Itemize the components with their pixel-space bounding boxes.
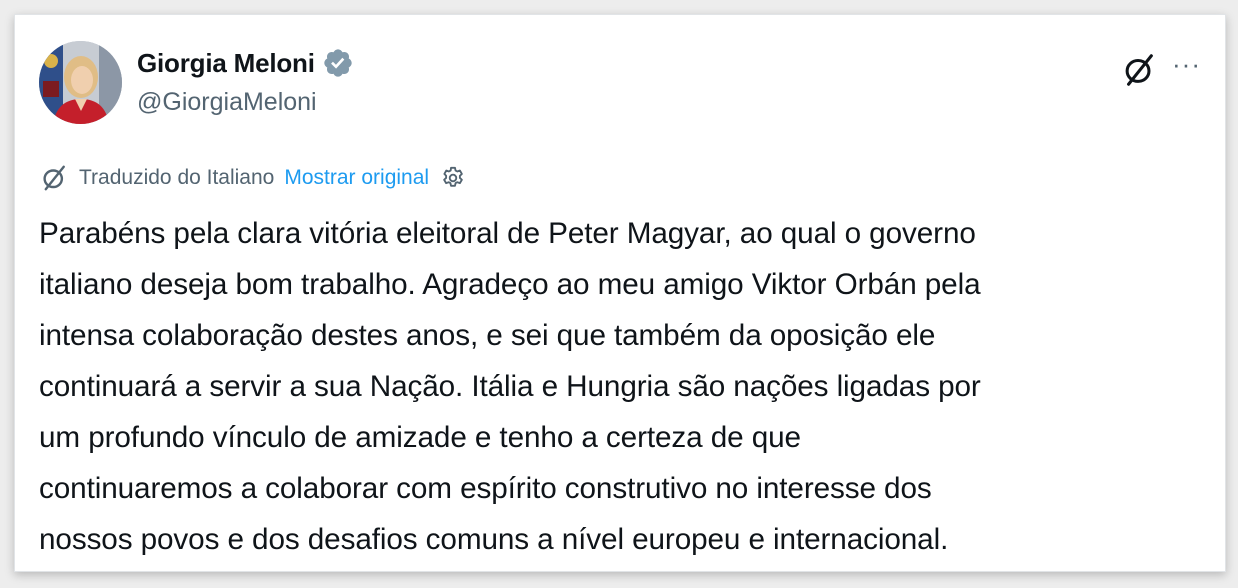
show-original-link[interactable]: Mostrar original <box>284 166 429 190</box>
more-icon[interactable]: ··· <box>1172 51 1201 77</box>
author-name[interactable]: Giorgia Meloni <box>137 48 315 79</box>
grok-icon[interactable] <box>1120 51 1158 89</box>
tweet-card[interactable]: Giorgia Meloni @GiorgiaMeloni ··· Traduz… <box>14 14 1226 572</box>
verified-badge-icon <box>324 49 352 77</box>
tweet-text: Parabéns pela clara vitória eleitoral de… <box>39 217 981 556</box>
grok-icon <box>43 165 65 191</box>
author-handle[interactable]: @GiorgiaMeloni <box>137 88 317 117</box>
avatar[interactable] <box>39 41 122 124</box>
translation-label: Traduzido do Italiano <box>79 166 275 189</box>
gear-icon[interactable] <box>439 164 467 192</box>
